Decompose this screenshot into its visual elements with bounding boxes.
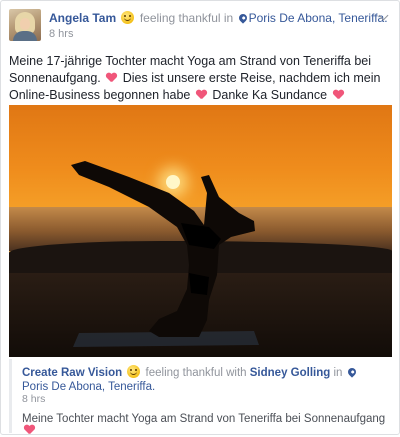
smiley-emoji-icon (127, 365, 141, 378)
yoga-silhouette (71, 161, 259, 347)
shared-timestamp[interactable]: 8 hrs (22, 393, 45, 405)
shared-headline: Create Raw Vision feeling thankful with … (22, 365, 382, 394)
location-pin-icon (345, 366, 358, 378)
place-link[interactable]: Poris De Abona, Teneriffa. (249, 11, 388, 25)
post-photo[interactable] (9, 105, 392, 357)
post-text-part3: Danke Ka Sundance (212, 88, 328, 102)
post-headline: Angela Tam feeling thankful in Poris De … (49, 11, 388, 26)
smiley-emoji-icon (121, 11, 135, 24)
post-timestamp[interactable]: 8 hrs (49, 28, 73, 40)
avatar[interactable] (9, 9, 41, 41)
post-text: Meine 17-jährige Tochter macht Yoga am S… (9, 53, 393, 104)
author-name-link[interactable]: Angela Tam (49, 11, 116, 25)
post-card: Angela Tam feeling thankful in Poris De … (0, 0, 400, 435)
heart-icon (333, 90, 344, 100)
shared-text-content: Meine Tochter macht Yoga am Strand von T… (22, 413, 386, 425)
shared-place-link[interactable]: Poris De Abona, Teneriffa. (22, 381, 155, 393)
shared-author-link[interactable]: Create Raw Vision (22, 367, 122, 379)
post-header: Angela Tam feeling thankful in Poris De … (9, 9, 391, 43)
heart-icon (196, 90, 207, 100)
feeling-text: feeling thankful in (139, 11, 234, 25)
shared-attachment[interactable]: Create Raw Vision feeling thankful with … (9, 359, 395, 433)
heart-icon (24, 425, 35, 435)
location-pin-icon (236, 12, 249, 24)
shared-in-text: in (333, 367, 343, 379)
shared-feeling-text: feeling thankful with (145, 367, 247, 379)
shared-text: Meine Tochter macht Yoga am Strand von T… (22, 413, 395, 437)
heart-icon (106, 73, 117, 83)
shared-with-link[interactable]: Sidney Golling (250, 367, 331, 379)
